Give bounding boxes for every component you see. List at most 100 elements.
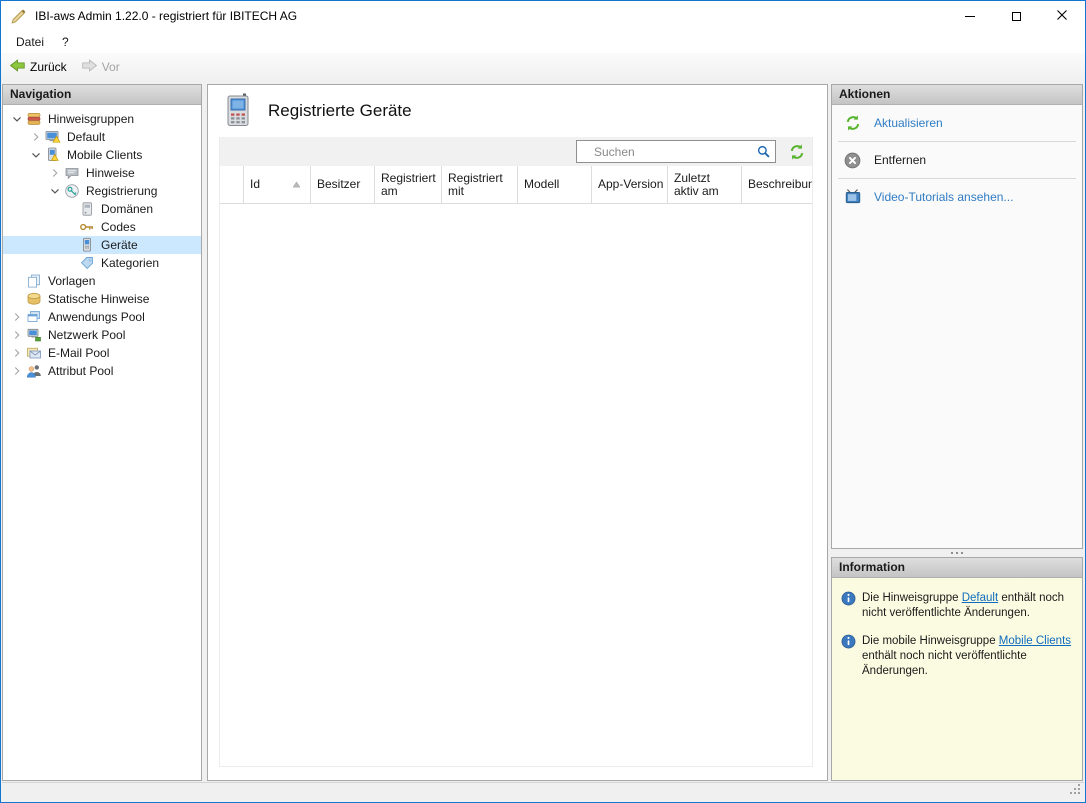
tree-item-geraete[interactable]: Geräte	[3, 236, 201, 254]
tree-label: Attribut Pool	[48, 364, 114, 378]
chevron-collapsed-icon[interactable]	[46, 165, 64, 181]
tree-item-vorlagen[interactable]: Vorlagen	[3, 272, 201, 290]
tree-item-kategorien[interactable]: Kategorien	[3, 254, 201, 272]
tree-label: Netzwerk Pool	[48, 328, 126, 342]
remove-icon	[843, 151, 862, 170]
column-selector[interactable]	[220, 166, 244, 203]
column-id[interactable]: Id	[244, 166, 311, 203]
tree-item-email-pool[interactable]: E-Mail Pool	[3, 344, 201, 362]
link-mobile-clients[interactable]: Mobile Clients	[999, 635, 1071, 647]
tree-label: Anwendungs Pool	[48, 310, 145, 324]
sort-ascending-icon	[292, 178, 301, 191]
main-header: Registrierte Geräte	[208, 85, 827, 137]
search-icon[interactable]	[751, 144, 775, 159]
column-app-version[interactable]: App-Version	[592, 166, 668, 203]
tree-item-mobile-clients[interactable]: Mobile Clients	[3, 146, 201, 164]
tree-item-statische-hinweise[interactable]: Statische Hinweise	[3, 290, 201, 308]
table-body[interactable]	[220, 204, 812, 766]
tree-label: Hinweise	[86, 166, 135, 180]
search-input[interactable]	[577, 141, 751, 162]
app-window: IBI-aws Admin 1.22.0 - registriert für I…	[0, 0, 1086, 803]
video-icon	[843, 188, 862, 207]
chevron-expanded-icon[interactable]	[46, 183, 64, 199]
information-panel: Information Die Hinweisgruppe Default en…	[831, 557, 1083, 781]
chevron-collapsed-icon[interactable]	[27, 129, 45, 145]
tree-label: Hinweisgruppen	[48, 112, 135, 126]
tree-item-hinweise[interactable]: Hinweise	[3, 164, 201, 182]
back-label: Zurück	[30, 60, 67, 74]
refresh-icon	[843, 114, 862, 133]
templates-icon	[26, 273, 42, 289]
menu-datei[interactable]: Datei	[7, 33, 53, 51]
chevron-collapsed-icon[interactable]	[8, 327, 26, 343]
applications-icon	[26, 309, 42, 325]
link-default[interactable]: Default	[962, 592, 998, 604]
chevron-collapsed-icon[interactable]	[8, 363, 26, 379]
key-icon	[79, 219, 95, 235]
column-label: Registriert am	[381, 170, 436, 198]
action-label: Entfernen	[874, 153, 927, 167]
tree-item-domaenen[interactable]: Domänen	[3, 200, 201, 218]
tree-item-default[interactable]: Default	[3, 128, 201, 146]
speech-bubble-icon	[64, 165, 80, 181]
tree-label: Vorlagen	[48, 274, 96, 288]
email-icon	[26, 345, 42, 361]
action-aktualisieren[interactable]: Aktualisieren	[832, 105, 1082, 141]
close-button[interactable]	[1039, 1, 1085, 31]
column-modell[interactable]: Modell	[518, 166, 592, 203]
status-bar	[2, 782, 1084, 801]
tree-item-codes[interactable]: Codes	[3, 218, 201, 236]
actions-panel: Aktionen Aktualisieren Entfernen Video-T…	[831, 84, 1083, 549]
title-bar: IBI-aws Admin 1.22.0 - registriert für I…	[1, 1, 1085, 31]
panel-splitter-handle[interactable]	[831, 549, 1083, 557]
page-title: Registrierte Geräte	[268, 101, 412, 120]
column-label: App-Version	[598, 177, 664, 191]
domain-icon	[79, 201, 95, 217]
tree-item-registrierung[interactable]: Registrierung	[3, 182, 201, 200]
minimize-icon	[965, 15, 975, 17]
column-zuletzt-aktiv[interactable]: Zuletzt aktiv am	[668, 166, 742, 203]
chevron-expanded-icon[interactable]	[27, 147, 45, 163]
tree-label: Statische Hinweise	[48, 292, 150, 306]
refresh-icon[interactable]	[787, 142, 807, 162]
minimize-button[interactable]	[947, 1, 993, 31]
tree-item-anwendungs-pool[interactable]: Anwendungs Pool	[3, 308, 201, 326]
info-item-default: Die Hinweisgruppe Default enthält noch n…	[841, 591, 1078, 621]
tree-item-attribut-pool[interactable]: Attribut Pool	[3, 362, 201, 380]
navigation-tree: Hinweisgruppen Default Mobile Clients Hi…	[3, 105, 201, 380]
back-button[interactable]: Zurück	[6, 56, 70, 78]
info-icon	[841, 634, 856, 652]
menu-help[interactable]: ?	[53, 33, 78, 51]
tree-label: E-Mail Pool	[48, 346, 110, 360]
information-content: Die Hinweisgruppe Default enthält noch n…	[832, 578, 1082, 679]
column-registriert-mit[interactable]: Registriert mit	[442, 166, 518, 203]
tree-item-netzwerk-pool[interactable]: Netzwerk Pool	[3, 326, 201, 344]
search-box	[576, 140, 776, 163]
action-entfernen[interactable]: Entfernen	[832, 142, 1082, 178]
tree-label: Kategorien	[101, 256, 160, 270]
tree-label: Geräte	[101, 238, 138, 252]
forward-button[interactable]: Vor	[78, 56, 123, 78]
registration-key-icon	[64, 183, 80, 199]
network-icon	[26, 327, 42, 343]
navigation-panel: Navigation Hinweisgruppen Default Mobile…	[2, 84, 202, 781]
resize-grip[interactable]	[1069, 783, 1082, 799]
column-besitzer[interactable]: Besitzer	[311, 166, 375, 203]
column-beschreibung[interactable]: Beschreibung	[742, 166, 812, 203]
pen-icon	[10, 8, 27, 25]
action-video-tutorials[interactable]: Video-Tutorials ansehen...	[832, 179, 1082, 215]
table-header: Id Besitzer Registriert am Registriert m…	[220, 166, 812, 204]
column-label: Beschreibung	[748, 177, 812, 191]
chevron-collapsed-icon[interactable]	[8, 309, 26, 325]
chevron-expanded-icon[interactable]	[8, 111, 26, 127]
tree-label: Default	[67, 130, 106, 144]
chevron-collapsed-icon[interactable]	[8, 345, 26, 361]
navigation-header: Navigation	[3, 85, 201, 105]
maximize-button[interactable]	[993, 1, 1039, 31]
column-registriert-am[interactable]: Registriert am	[375, 166, 442, 203]
tree-item-hinweisgruppen[interactable]: Hinweisgruppen	[3, 110, 201, 128]
